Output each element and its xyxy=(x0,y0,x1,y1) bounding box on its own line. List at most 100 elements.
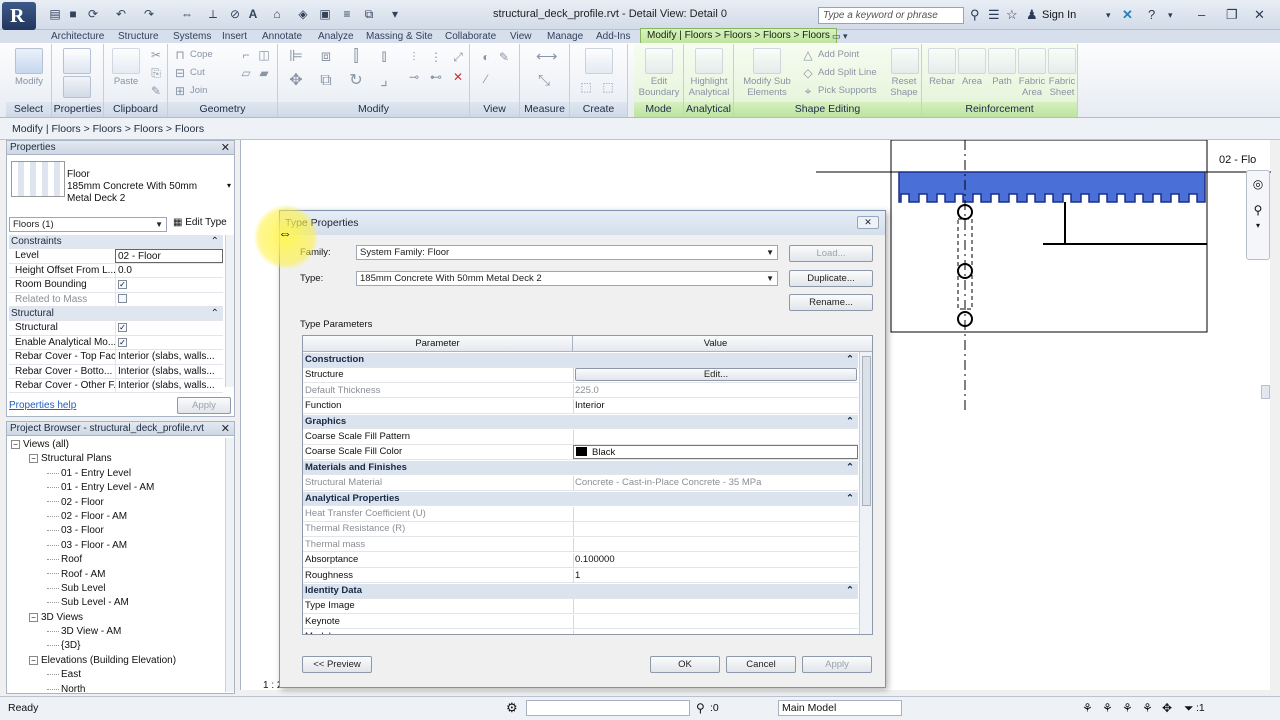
parameter-group[interactable]: Graphics ⌃ xyxy=(303,414,858,430)
properties-icon[interactable] xyxy=(63,48,91,74)
editable-only-icon[interactable]: ⚲ xyxy=(696,697,705,719)
scale-icon[interactable]: ⤢ xyxy=(450,50,466,64)
browser-item[interactable]: − Elevations (Building Elevation) xyxy=(11,654,223,668)
sign-in-button[interactable]: Sign In xyxy=(1042,9,1076,21)
rebar-icon[interactable] xyxy=(928,48,956,74)
mirror-draw-icon[interactable]: ⫾ xyxy=(376,49,392,65)
create-assembly-icon[interactable] xyxy=(585,48,613,74)
property-checkbox[interactable]: ✓ xyxy=(115,335,223,350)
highlight-analytical-icon[interactable] xyxy=(695,48,723,74)
browser-item[interactable]: 03 - Floor xyxy=(11,524,223,538)
hide-view-icon[interactable]: ◐ xyxy=(478,50,494,64)
add-point-label[interactable]: Add Point xyxy=(818,49,859,60)
split-icon[interactable]: ⫶ xyxy=(406,50,422,64)
browser-item[interactable]: Roof - AM xyxy=(11,568,223,582)
match-type-icon[interactable]: ✎ xyxy=(148,84,164,98)
collapse-toggle-icon[interactable]: − xyxy=(29,612,38,622)
collapse-icon[interactable]: ⌃ xyxy=(211,307,219,320)
close-icon[interactable]: ✕ xyxy=(1254,8,1265,22)
align-icon[interactable]: ⊫ xyxy=(288,49,304,65)
parameter-column-header[interactable]: Parameter xyxy=(303,336,573,351)
grid-scrollbar[interactable] xyxy=(859,352,872,634)
subscription-icon[interactable]: ☰ xyxy=(988,8,1000,22)
workset-icon[interactable]: ⚙ xyxy=(506,697,518,719)
collapse-icon[interactable]: ⌃ xyxy=(846,492,854,506)
parameter-value[interactable]: 1 xyxy=(575,569,580,583)
dialog-apply-button[interactable]: Apply xyxy=(802,656,872,673)
property-row[interactable]: Rebar Cover - Botto... Interior (slabs, w… xyxy=(9,364,223,379)
fabric-sheet-label[interactable]: Fabric Sheet xyxy=(1046,76,1078,98)
area-icon[interactable] xyxy=(958,48,986,74)
fabric-area-icon[interactable] xyxy=(1018,48,1046,74)
rename-button[interactable]: Rename... xyxy=(789,294,873,311)
parameter-row[interactable]: Model xyxy=(303,630,858,634)
pick-supports-label[interactable]: Pick Supports xyxy=(818,85,877,96)
parameter-row[interactable]: Default Thickness 225.0 xyxy=(303,383,858,399)
filter-icon[interactable]: ⏷ xyxy=(1184,697,1194,719)
browser-item[interactable]: {3D} xyxy=(11,639,223,653)
browser-scrollbar[interactable] xyxy=(225,438,234,692)
tab-add-ins[interactable]: Add-Ins xyxy=(592,30,634,43)
join-label[interactable]: Join xyxy=(190,85,207,96)
select-underlay-icon[interactable]: ⚘ xyxy=(1102,697,1113,719)
dialog-title-bar[interactable]: Type Properties ✕ xyxy=(280,211,885,235)
edit-type-button[interactable]: ▦ Edit Type xyxy=(173,217,227,228)
browser-item[interactable]: Roof xyxy=(11,553,223,567)
ribbon-collapse-icon[interactable]: ▭ ▾ xyxy=(832,31,848,42)
close-icon[interactable]: ✕ xyxy=(221,141,230,155)
browser-item[interactable]: − Structural Plans xyxy=(11,452,223,466)
measure-distance-icon[interactable]: ⟷ xyxy=(536,49,558,64)
tab-structure[interactable]: Structure xyxy=(114,30,163,43)
save-icon[interactable]: ■ xyxy=(66,7,80,21)
family-dropdown[interactable]: System Family: Floor ▼ xyxy=(356,245,778,260)
parameter-group[interactable]: Materials and Finishes ⌃ xyxy=(303,460,858,476)
add-point-icon[interactable]: △ xyxy=(800,48,816,62)
load-button[interactable]: Load... xyxy=(789,245,873,262)
create-parts-icon[interactable]: ⬚ xyxy=(578,80,594,94)
pick-supports-icon[interactable]: ⌖ xyxy=(800,84,816,98)
workset-dropdown[interactable] xyxy=(526,700,690,716)
close-hidden-icon[interactable]: ▣ xyxy=(318,7,332,21)
type-properties-icon[interactable] xyxy=(63,76,91,98)
property-row[interactable]: Structural ✓ xyxy=(9,321,223,336)
tab-systems[interactable]: Systems xyxy=(169,30,215,43)
tab-collaborate[interactable]: Collaborate xyxy=(441,30,500,43)
value-column-header[interactable]: Value xyxy=(573,336,858,351)
undo-icon[interactable]: ↶ xyxy=(114,7,128,21)
parameter-row[interactable]: Type Image xyxy=(303,599,858,614)
parameter-row[interactable]: Heat Transfer Coefficient (U) xyxy=(303,507,858,522)
parameter-row[interactable]: Keynote xyxy=(303,614,858,630)
level-tag[interactable]: 02 - Flo xyxy=(1219,154,1256,166)
tab-manage[interactable]: Manage xyxy=(543,30,587,43)
tab-insert[interactable]: Insert xyxy=(218,30,251,43)
app-menu-button[interactable]: R xyxy=(2,2,36,30)
type-selector-arrow-icon[interactable]: ▾ xyxy=(227,181,231,190)
mirror-axis-icon[interactable]: ⫿ xyxy=(348,49,364,65)
parameter-row[interactable]: Thermal Resistance (R) xyxy=(303,522,858,537)
tab-architecture[interactable]: Architecture xyxy=(47,30,108,43)
drag-elements-icon[interactable]: ✥ xyxy=(1162,697,1172,719)
text-icon[interactable]: A xyxy=(246,7,260,21)
open-icon[interactable]: ▤ xyxy=(48,7,62,21)
parameter-row[interactable]: Structural Material Concrete - Cast-in-Pl… xyxy=(303,476,858,491)
paste-icon[interactable] xyxy=(112,48,140,74)
tag-icon[interactable]: ⊘ xyxy=(228,7,242,21)
parameter-row[interactable]: Coarse Scale Fill Pattern xyxy=(303,430,858,445)
collapse-icon[interactable]: ⌃ xyxy=(846,415,854,429)
copy-icon[interactable]: ⎘ xyxy=(148,66,164,80)
parameter-row[interactable]: Absorptance 0.100000 xyxy=(303,553,858,568)
property-row[interactable]: Rebar Cover - Top Face Interior (slabs, w… xyxy=(9,350,223,365)
help-icon[interactable]: ? xyxy=(1148,8,1155,22)
override-graphics-icon[interactable]: ✎ xyxy=(496,50,512,64)
exchange-apps-icon[interactable]: ✕ xyxy=(1122,8,1133,22)
paint-icon[interactable]: ▱ xyxy=(238,66,254,80)
parameter-group[interactable]: Construction ⌃ xyxy=(303,353,858,368)
collapse-toggle-icon[interactable]: − xyxy=(11,439,20,449)
property-value[interactable]: 02 - Floor xyxy=(115,249,223,263)
cut-geometry-icon[interactable]: ⊟ xyxy=(172,66,188,80)
edit-boundary-label[interactable]: Edit Boundary xyxy=(634,76,684,98)
tab-massing-site[interactable]: Massing & Site xyxy=(362,30,437,43)
redo-icon[interactable]: ↷ xyxy=(142,7,156,21)
parameter-value[interactable]: Black xyxy=(573,445,858,460)
floor-deck-section[interactable] xyxy=(898,171,1206,203)
